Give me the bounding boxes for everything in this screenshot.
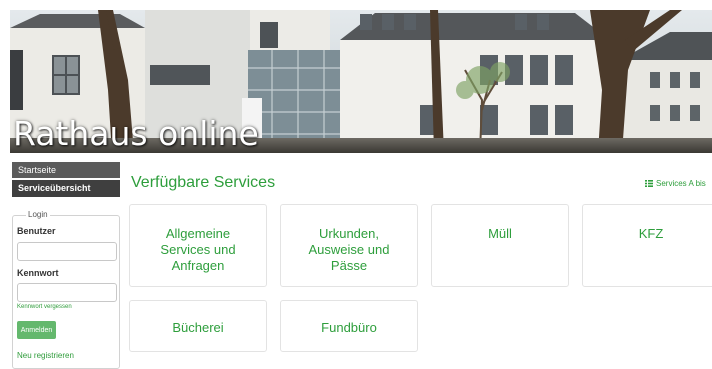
services-a-z-link[interactable]: Services A bis	[645, 179, 706, 188]
username-input[interactable]	[17, 242, 117, 261]
forgot-password-link[interactable]: Kennwort vergessen	[17, 304, 72, 310]
login-legend: Login	[26, 210, 50, 219]
username-label: Benutzer	[17, 226, 56, 236]
service-tile-allgemeine[interactable]: Allgemeine Services und Anfragen	[129, 204, 267, 287]
service-tile-label: Fundbüro	[321, 320, 377, 335]
login-form: Login Benutzer Kennwort Kennwort vergess…	[12, 210, 120, 369]
header-banner: Rathaus online	[10, 10, 712, 153]
nav-item-serviceuebersicht[interactable]: Serviceübersicht	[12, 180, 120, 197]
service-tile-fundbuero[interactable]: Fundbüro	[280, 300, 418, 352]
service-tile-label: KFZ	[638, 226, 664, 241]
site-title: Rathaus online	[13, 114, 259, 153]
service-tile-label: Bücherei	[172, 320, 224, 335]
nav-item-startseite[interactable]: Startseite	[12, 162, 120, 178]
sidebar: Startseite Serviceübersicht Login Benutz…	[12, 162, 120, 369]
service-tile-label: Urkunden, Ausweise und Pässe	[308, 226, 390, 273]
login-button[interactable]: Anmelden	[17, 321, 56, 339]
service-tile-label: Allgemeine Services und Anfragen	[160, 226, 236, 273]
service-tile-urkunden[interactable]: Urkunden, Ausweise und Pässe	[280, 204, 418, 287]
service-tile-muell[interactable]: Müll	[431, 204, 569, 287]
page-title: Verfügbare Services	[131, 174, 276, 191]
service-tile-buecherei[interactable]: Bücherei	[129, 300, 267, 352]
service-tile-kfz[interactable]: KFZ	[582, 204, 712, 287]
list-icon	[645, 180, 653, 187]
password-label: Kennwort	[17, 268, 59, 278]
service-tile-label: Müll	[488, 226, 512, 241]
register-link[interactable]: Neu registrieren	[17, 351, 74, 360]
password-input[interactable]	[17, 283, 117, 302]
services-a-z-label: Services A bis	[656, 179, 706, 188]
